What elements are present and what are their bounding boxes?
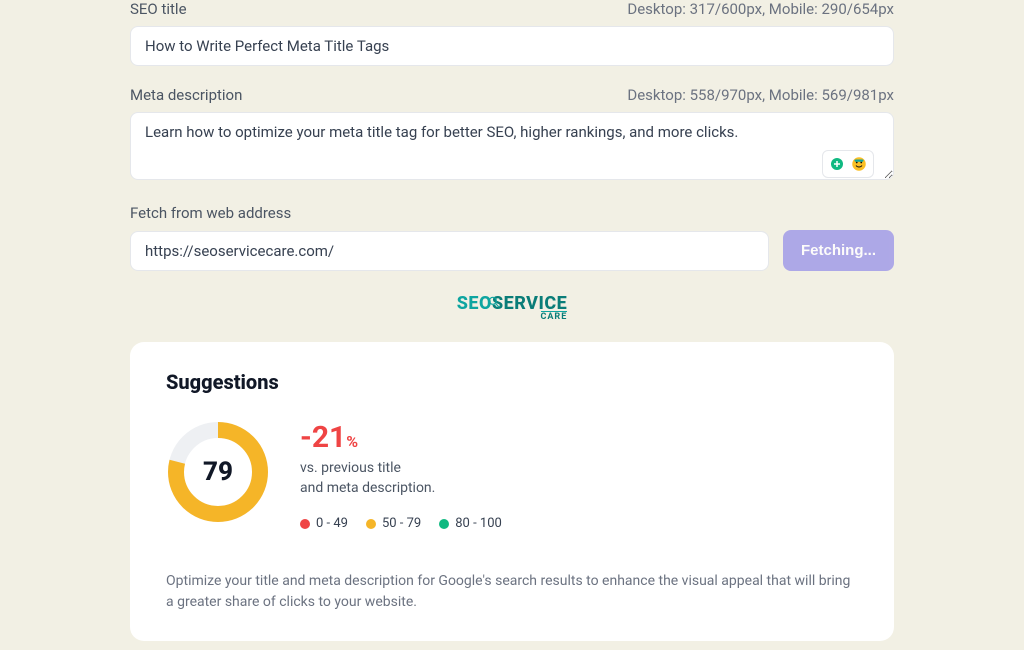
legend-mid: 50 - 79	[366, 516, 421, 531]
emoji-icon[interactable]	[849, 154, 869, 174]
seo-title-counter: Desktop: 317/600px, Mobile: 290/654px	[627, 0, 894, 18]
score-legend: 0 - 49 50 - 79 80 - 100	[300, 516, 502, 531]
dot-yellow-icon	[366, 519, 376, 529]
score-gauge: 79	[166, 420, 270, 524]
seo-title-label-row: SEO title Desktop: 317/600px, Mobile: 29…	[130, 0, 894, 18]
logo-se: SE	[457, 293, 479, 314]
legend-low: 0 - 49	[300, 516, 348, 531]
delta-block: -21% vs. previous title and meta descrip…	[300, 420, 502, 531]
fetch-url-input[interactable]	[130, 231, 769, 271]
score-row: 79 -21% vs. previous title and meta desc…	[166, 420, 858, 531]
delta-value: -21%	[300, 420, 502, 455]
legend-mid-label: 50 - 79	[382, 516, 421, 531]
meta-desc-group: Meta description Desktop: 558/970px, Mob…	[130, 86, 894, 184]
meta-desc-label-row: Meta description Desktop: 558/970px, Mob…	[130, 86, 894, 104]
suggestions-heading: Suggestions	[166, 370, 858, 394]
advice-text: Optimize your title and meta description…	[166, 571, 858, 613]
fetch-label: Fetch from web address	[130, 204, 291, 222]
fetch-group: Fetch from web address Fetching...	[130, 204, 894, 271]
meta-desc-wrap	[130, 112, 894, 184]
legend-high: 80 - 100	[439, 516, 502, 531]
meta-desc-textarea[interactable]	[130, 112, 894, 180]
legend-low-label: 0 - 49	[316, 516, 348, 531]
meta-desc-counter: Desktop: 558/970px, Mobile: 569/981px	[627, 86, 894, 104]
delta-number: -21	[300, 420, 346, 455]
legend-high-label: 80 - 100	[455, 516, 502, 531]
magnifier-icon	[487, 295, 501, 309]
vs-line1: vs. previous title	[300, 460, 401, 476]
seo-title-input[interactable]	[130, 26, 894, 66]
fetch-label-row: Fetch from web address	[130, 204, 894, 222]
brand-logo: SEOSERVICE CARE	[457, 293, 568, 314]
fetch-row: Fetching...	[130, 230, 894, 271]
suggestions-card: Suggestions 79 -21% vs. previous title a…	[130, 342, 894, 641]
seo-title-label: SEO title	[130, 0, 187, 18]
meta-desc-label: Meta description	[130, 86, 242, 104]
logo-care: CARE	[541, 311, 568, 322]
dot-red-icon	[300, 519, 310, 529]
vs-line2: and meta description.	[300, 480, 435, 496]
fetch-button[interactable]: Fetching...	[783, 230, 894, 271]
vs-text: vs. previous title and meta description.	[300, 459, 502, 498]
textarea-badges	[822, 150, 874, 178]
add-idea-icon[interactable]	[827, 154, 847, 174]
logo-row: SEOSERVICE CARE	[130, 293, 894, 314]
delta-pct: %	[346, 432, 358, 451]
seo-title-group: SEO title Desktop: 317/600px, Mobile: 29…	[130, 0, 894, 66]
gauge-score-value: 79	[166, 420, 270, 524]
dot-green-icon	[439, 519, 449, 529]
